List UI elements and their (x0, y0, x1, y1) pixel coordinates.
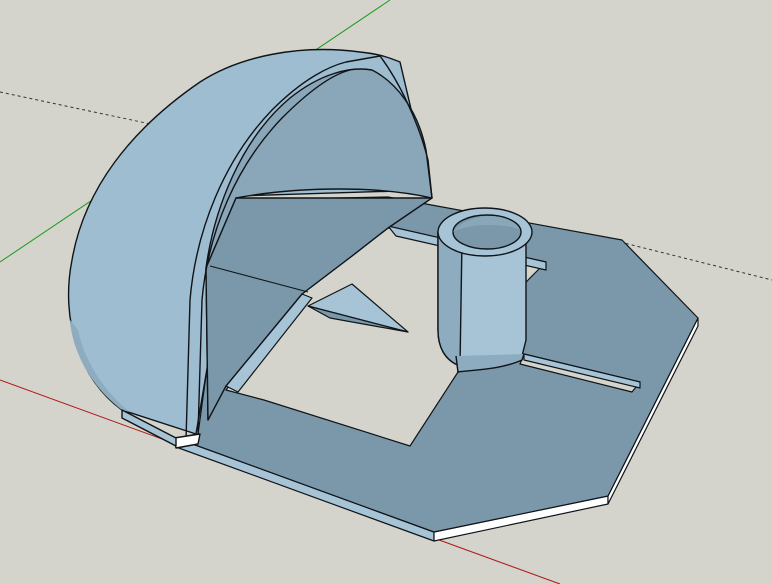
scene-canvas[interactable] (0, 0, 772, 584)
hollow-cylinder-post[interactable] (437, 207, 533, 373)
modeling-viewport[interactable] (0, 0, 772, 584)
